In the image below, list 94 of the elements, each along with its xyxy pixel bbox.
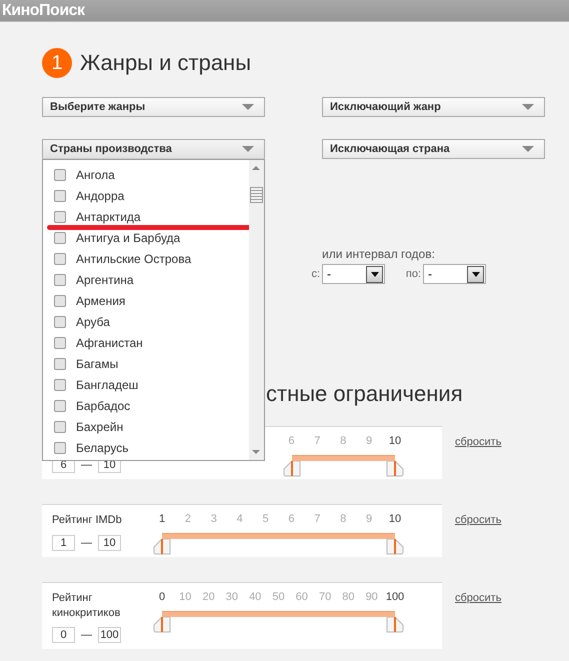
checkbox[interactable] [54,294,66,306]
caret-icon [522,104,534,110]
list-item[interactable]: Антарктида [43,206,249,227]
section-title: стные ограничения [266,381,464,405]
tick-label: 10 [179,591,192,603]
tick-label: 50 [272,591,285,603]
tick-label: 70 [318,591,332,603]
slider-handle[interactable] [386,539,404,555]
checkbox[interactable] [54,232,66,244]
tick-label: 80 [342,591,355,603]
scroll-up-icon[interactable] [252,166,260,170]
list-item[interactable]: Антигуа и Барбуда [43,227,249,248]
scroll-down-icon[interactable] [252,450,260,454]
min-field[interactable]: 0 [52,627,75,643]
tick-label: 9 [366,513,372,525]
tick-label: 2 [184,513,191,525]
tick-label: 60 [296,591,308,603]
dropdown[interactable]: Страны производства [42,139,265,159]
checkbox[interactable] [54,336,66,348]
dropdown[interactable]: Выберите жанры [42,97,265,117]
list-item[interactable]: Барбадос [43,395,249,416]
tick-label: 100 [386,591,404,603]
tick-label: 10 [388,435,402,447]
scroll-thumb[interactable] [250,187,263,203]
list-item[interactable]: Аруба [43,311,249,332]
tick-label: 10 [388,513,402,525]
list-item[interactable]: Ангола [43,164,249,185]
caret-icon [242,146,254,152]
list-item[interactable]: Бангладеш [43,374,249,395]
reset-link[interactable]: сбросить [455,514,502,526]
max-field[interactable]: 10 [98,535,121,551]
year-select[interactable]: - [423,264,486,284]
slider-handle[interactable] [386,461,404,477]
tick-label: 8 [340,435,346,447]
step-number: 1 [42,48,72,78]
tick-label: 40 [249,591,262,603]
list-item[interactable]: Багамы [43,353,249,374]
checkbox[interactable] [54,378,66,390]
dropdown[interactable]: Исключающая страна [322,139,545,159]
tick-label: 3 [210,513,217,525]
tick-label: 6 [288,435,294,447]
reset-link[interactable]: сбросить [455,592,502,604]
list-item[interactable]: Армения [43,290,249,311]
checkbox[interactable] [54,316,66,328]
checkbox[interactable] [54,400,66,412]
tick-label: 7 [314,513,320,525]
dash: — [81,459,92,471]
tick-label: 90 [366,591,378,603]
tick-label: 4 [236,513,243,525]
tick-label: 30 [226,591,238,603]
checkbox[interactable] [54,420,66,432]
year-select[interactable]: - [322,264,385,284]
checkbox[interactable] [54,168,66,180]
caret-icon [522,146,534,152]
tick-label: 6 [288,513,294,525]
dash: — [81,629,92,641]
checkbox[interactable] [54,210,66,222]
dropdown[interactable]: Исключающий жанр [322,97,545,117]
list-item[interactable]: Антильские Острова [43,248,249,269]
tick-label: 9 [366,435,372,447]
slider-handle[interactable] [386,617,404,633]
min-field[interactable]: 1 [52,535,75,551]
list-item[interactable]: Беларусь [43,437,249,458]
tick-label: 20 [202,591,215,603]
checkbox[interactable] [54,358,66,370]
tick-label: 0 [158,591,166,603]
list-item[interactable]: Бахрейн [43,416,249,437]
slider-handle[interactable] [153,617,171,633]
tick-label: 8 [340,513,346,525]
from-label: с: [310,268,320,280]
list-item[interactable]: Андорра [43,185,249,206]
tick-label: 1 [158,513,166,525]
caret-icon [242,104,254,110]
checkbox[interactable] [54,442,66,454]
dash: — [81,537,92,549]
checkbox[interactable] [54,274,66,286]
max-field[interactable]: 100 [98,627,121,643]
list-item[interactable]: Аргентина [43,269,249,290]
caret-icon [366,266,383,282]
rating-label: Рейтинг кинокритиков [52,591,122,621]
slider-handle[interactable] [282,461,301,477]
scrollbar[interactable] [249,160,264,460]
tick-label: 5 [262,513,269,525]
section-title: Жанры и страны [80,50,252,76]
rating-label: Рейтинг IMDb [52,513,123,528]
list-item[interactable]: Афганистан [43,332,249,353]
year-range-title: или интервал годов: [322,247,436,261]
caret-icon [467,266,484,282]
tick-label: 7 [314,435,320,447]
checkbox[interactable] [54,190,66,202]
slider-handle[interactable] [153,539,171,555]
to-label: по: [404,268,421,280]
checkbox[interactable] [54,252,66,264]
reset-link[interactable]: сбросить [455,436,502,448]
